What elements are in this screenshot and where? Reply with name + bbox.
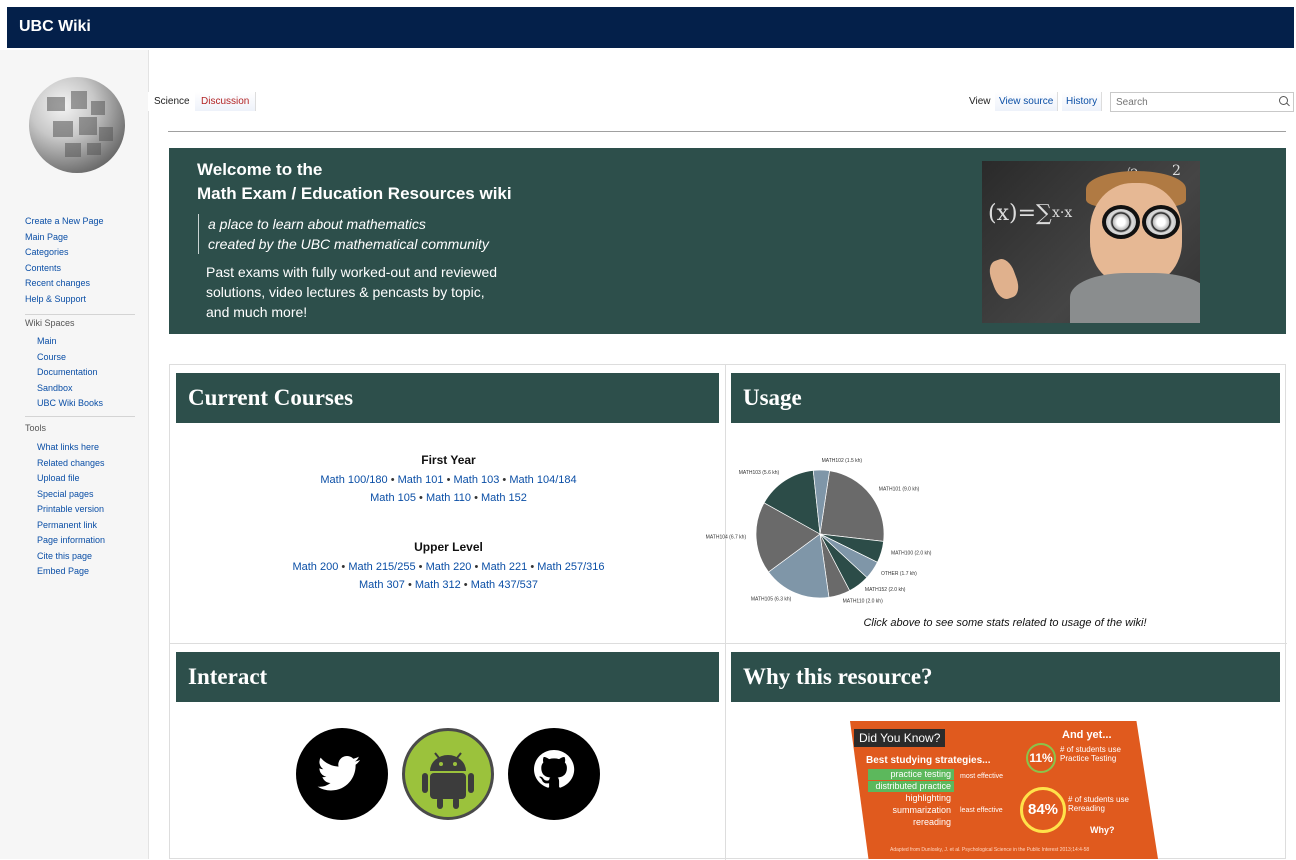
course-link[interactable]: Math 152 bbox=[481, 492, 527, 504]
search-input[interactable] bbox=[1110, 92, 1294, 112]
github-icon[interactable] bbox=[508, 728, 600, 820]
course-link[interactable]: Math 215/255 bbox=[348, 561, 415, 573]
link-separator: • bbox=[471, 492, 481, 504]
course-link[interactable]: Math 221 bbox=[481, 561, 527, 573]
course-link[interactable]: Math 105 bbox=[370, 492, 416, 504]
course-link[interactable]: Math 437/537 bbox=[471, 579, 538, 591]
interact-heading: Interact bbox=[176, 652, 719, 702]
nav-help-support[interactable]: Help & Support bbox=[25, 292, 104, 308]
link-separator: • bbox=[338, 561, 349, 573]
pie-label: MATH152 (2.0 kh) bbox=[865, 587, 906, 593]
course-link[interactable]: Math 257/316 bbox=[537, 561, 604, 573]
first-year-courses: First Year Math 100/180 • Math 101 • Mat… bbox=[320, 453, 577, 504]
tab-history[interactable]: History bbox=[1062, 92, 1103, 111]
course-link[interactable]: Math 104/184 bbox=[509, 474, 576, 486]
welcome-banner: Welcome to the Math Exam / Education Res… bbox=[169, 148, 1286, 334]
tools-nav: What links here Related changes Upload f… bbox=[25, 440, 105, 580]
banner-description: Past exams with fully worked-out and rev… bbox=[206, 264, 498, 320]
current-courses-heading: Current Courses bbox=[176, 373, 719, 423]
link-separator: • bbox=[404, 579, 415, 591]
tool-special-pages[interactable]: Special pages bbox=[25, 487, 105, 503]
pie-label: MATH101 (9.0 kh) bbox=[879, 486, 920, 492]
space-course[interactable]: Course bbox=[25, 350, 103, 366]
pie-label: MATH100 (2.0 kh) bbox=[891, 550, 932, 556]
course-link[interactable]: Math 220 bbox=[426, 561, 472, 573]
pie-label: MATH102 (1.5 kh) bbox=[822, 458, 863, 464]
twitter-icon[interactable] bbox=[296, 728, 388, 820]
tool-cite-page[interactable]: Cite this page bbox=[25, 549, 105, 565]
pie-label: MATH103 (5.6 kh) bbox=[739, 470, 780, 476]
space-main[interactable]: Main bbox=[25, 334, 103, 350]
brand-title[interactable]: UBC Wiki bbox=[19, 18, 91, 36]
tools-heading: Tools bbox=[25, 423, 47, 433]
content-divider bbox=[168, 131, 1286, 132]
page-tabs: Science Discussion View View source Hist… bbox=[148, 90, 1296, 114]
nav-recent-changes[interactable]: Recent changes bbox=[25, 276, 104, 292]
nav-create-page[interactable]: Create a New Page bbox=[25, 214, 104, 230]
space-documentation[interactable]: Documentation bbox=[25, 365, 103, 381]
course-link[interactable]: Math 200 bbox=[292, 561, 338, 573]
banner-tagline: a place to learn about mathematics creat… bbox=[198, 214, 489, 254]
wiki-spaces-heading: Wiki Spaces bbox=[25, 318, 75, 328]
link-separator: • bbox=[443, 474, 454, 486]
tool-what-links-here[interactable]: What links here bbox=[25, 440, 105, 456]
banner-title: Welcome to the Math Exam / Education Res… bbox=[197, 160, 512, 203]
why-resource-heading: Why this resource? bbox=[731, 652, 1280, 702]
sidebar: Create a New Page Main Page Categories C… bbox=[0, 50, 149, 859]
link-separator: • bbox=[415, 561, 426, 573]
pie-label: OTHER (1.7 kh) bbox=[881, 571, 917, 577]
tool-embed-page[interactable]: Embed Page bbox=[25, 564, 105, 580]
tab-discussion[interactable]: Discussion bbox=[195, 92, 257, 111]
banner-photo-child-chalkboard: (x)=∑ x·x √2 2 bbox=[982, 161, 1200, 323]
link-separator: • bbox=[387, 474, 398, 486]
usage-pie-chart[interactable]: MATH101 (9.0 kh) MATH100 (2.0 kh) OTHER (1… bbox=[690, 446, 950, 616]
tool-related-changes[interactable]: Related changes bbox=[25, 456, 105, 472]
link-separator: • bbox=[499, 474, 510, 486]
pie-slice[interactable] bbox=[819, 470, 885, 542]
tab-science[interactable]: Science bbox=[148, 92, 196, 111]
tool-permanent-link[interactable]: Permanent link bbox=[25, 518, 105, 534]
tool-printable-version[interactable]: Printable version bbox=[25, 502, 105, 518]
nav-contents[interactable]: Contents bbox=[25, 261, 104, 277]
top-bar: UBC Wiki bbox=[7, 7, 1294, 48]
link-separator: • bbox=[471, 561, 482, 573]
wiki-spaces-nav: Main Course Documentation Sandbox UBC Wi… bbox=[25, 334, 103, 412]
search-icon[interactable] bbox=[1279, 96, 1288, 105]
pie-label: MATH105 (6.3 kh) bbox=[751, 596, 792, 602]
nav-categories[interactable]: Categories bbox=[25, 245, 104, 261]
course-link[interactable]: Math 100/180 bbox=[320, 474, 387, 486]
course-link[interactable]: Math 307 bbox=[359, 579, 405, 591]
main-nav: Create a New Page Main Page Categories C… bbox=[25, 214, 104, 307]
sidebar-divider bbox=[25, 314, 135, 315]
wiki-globe-logo[interactable] bbox=[29, 77, 125, 173]
sidebar-divider bbox=[25, 416, 135, 417]
space-wiki-books[interactable]: UBC Wiki Books bbox=[25, 396, 103, 412]
course-link[interactable]: Math 110 bbox=[426, 492, 471, 504]
tool-upload-file[interactable]: Upload file bbox=[25, 471, 105, 487]
course-link[interactable]: Math 103 bbox=[453, 474, 499, 486]
link-separator: • bbox=[460, 579, 471, 591]
tab-view-source[interactable]: View source bbox=[995, 92, 1059, 111]
upper-level-courses: Upper Level Math 200 • Math 215/255 • Ma… bbox=[292, 540, 605, 591]
pie-label: MATH104 (6.7 kh) bbox=[706, 535, 747, 541]
tool-page-information[interactable]: Page information bbox=[25, 533, 105, 549]
link-separator: • bbox=[527, 561, 538, 573]
android-icon[interactable] bbox=[402, 728, 494, 820]
nav-main-page[interactable]: Main Page bbox=[25, 230, 104, 246]
course-link[interactable]: Math 312 bbox=[415, 579, 461, 591]
course-link[interactable]: Math 101 bbox=[398, 474, 444, 486]
did-you-know-label: Did You Know? bbox=[854, 729, 946, 747]
space-sandbox[interactable]: Sandbox bbox=[25, 381, 103, 397]
link-separator: • bbox=[416, 492, 426, 504]
study-strategies-infographic[interactable]: Did You Know? Best studying strategies..… bbox=[850, 721, 1158, 859]
pie-label: MATH110 (2.0 kh) bbox=[843, 599, 883, 605]
usage-heading: Usage bbox=[731, 373, 1280, 423]
tab-view[interactable]: View bbox=[965, 92, 996, 111]
usage-caption: Click above to see some stats related to… bbox=[863, 617, 1147, 629]
